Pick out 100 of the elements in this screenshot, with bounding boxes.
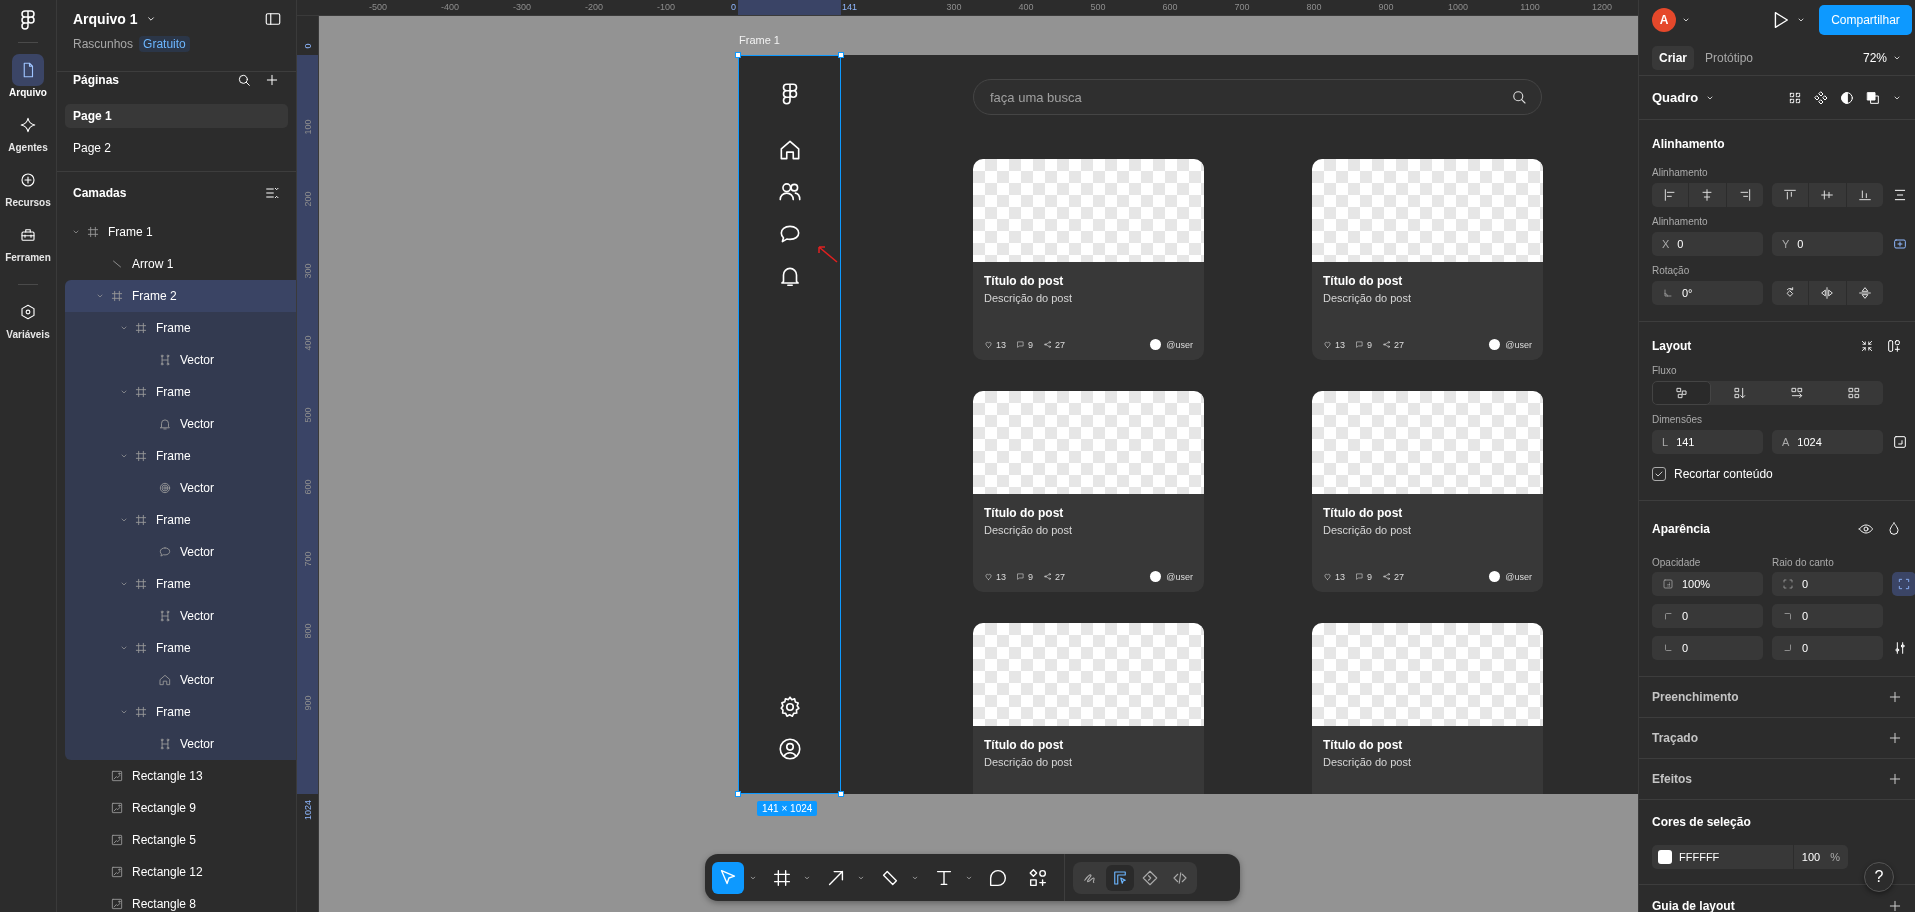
layer-row[interactable]: Rectangle 12 <box>65 856 296 888</box>
comment-icon <box>1016 340 1025 349</box>
selection-handle[interactable] <box>838 791 844 797</box>
post-description: Descrição do post <box>984 524 1074 536</box>
corner-radius-field[interactable]: 0 <box>1652 636 1763 660</box>
mode-button[interactable] <box>1106 864 1134 891</box>
tab[interactable]: Protótipo <box>1698 45 1761 70</box>
layer-row[interactable]: Rectangle 13 <box>65 760 296 792</box>
like-count: 13 <box>996 339 1006 350</box>
checkbox[interactable] <box>1652 467 1666 481</box>
ruler-label: -400 <box>441 2 459 12</box>
username: @user <box>1166 571 1193 582</box>
plus-icon[interactable] <box>264 72 280 88</box>
help-button[interactable]: ? <box>1864 862 1894 892</box>
resize-icon[interactable] <box>1892 434 1908 450</box>
avatar <box>1150 571 1162 582</box>
layer-row[interactable]: Frame <box>65 440 296 472</box>
search-field[interactable]: faça uma busca <box>973 79 1542 115</box>
layer-row[interactable]: Vector <box>65 472 296 504</box>
avatar[interactable]: A <box>1652 8 1676 32</box>
frame-icon <box>86 225 100 239</box>
radius-field[interactable]: 0 <box>1772 572 1883 596</box>
opacity-field[interactable]: 100% <box>1652 572 1763 596</box>
layer-row[interactable]: Frame <box>65 696 296 728</box>
file-location[interactable]: Rascunhos <box>73 37 134 51</box>
selection-handle[interactable] <box>735 791 741 797</box>
plus-icon[interactable] <box>1887 730 1903 746</box>
section-title[interactable]: Traçado <box>1652 730 1699 746</box>
layer-row[interactable]: Frame <box>65 376 296 408</box>
layer-row[interactable]: Frame <box>65 632 296 664</box>
corners-icon <box>1782 578 1794 590</box>
layer-row[interactable]: Vector <box>65 600 296 632</box>
file-title[interactable]: Arquivo 1 <box>73 11 138 27</box>
align-bottom-icon <box>1856 187 1873 203</box>
search-icon[interactable] <box>236 72 252 88</box>
corner-radius-field[interactable]: 0 <box>1772 604 1883 628</box>
ruler-label: -500 <box>369 2 387 12</box>
independent-corners-button[interactable] <box>1892 572 1915 596</box>
avatar <box>1150 339 1162 350</box>
tool-button[interactable] <box>712 861 744 894</box>
layer-row[interactable]: Vector <box>65 344 296 376</box>
constraints-icon[interactable] <box>1892 236 1908 252</box>
color-swatch[interactable] <box>1658 850 1672 864</box>
nav-item[interactable]: Agentes <box>0 109 56 155</box>
selection-handle[interactable] <box>735 52 741 58</box>
layer-row[interactable]: Vector <box>65 728 296 760</box>
nav-item[interactable]: Arquivo <box>0 54 56 100</box>
y-field[interactable]: Y 0 <box>1772 232 1883 256</box>
rotation-field[interactable]: 0° <box>1652 281 1763 305</box>
layer-row[interactable]: Arrow 1 <box>65 248 296 280</box>
corner-radius-field[interactable]: 0 <box>1652 604 1763 628</box>
page-item[interactable]: Page 2 <box>65 136 288 160</box>
section-title[interactable]: Efeitos <box>1652 771 1692 787</box>
eye-icon[interactable] <box>1858 521 1874 537</box>
nav-item[interactable]: Ferramen <box>0 219 56 265</box>
distribute-icon[interactable] <box>1892 187 1908 203</box>
sidebar-icon[interactable] <box>264 10 282 28</box>
corner-radius-field[interactable]: 0 <box>1772 636 1883 660</box>
corner-icon <box>1782 610 1794 622</box>
collapse-layers-icon[interactable] <box>264 185 280 201</box>
plus-icon[interactable] <box>1887 689 1903 705</box>
layer-row[interactable]: Rectangle 9 <box>65 792 296 824</box>
section-title[interactable]: Guia de layout <box>1652 897 1735 912</box>
color-field[interactable]: FFFFFF 100 % <box>1652 845 1848 869</box>
selection-type[interactable]: Quadro <box>1652 90 1699 105</box>
flow-button[interactable] <box>1652 381 1712 405</box>
layer-row[interactable]: Rectangle 8 <box>65 888 296 912</box>
share-icon <box>1382 572 1392 581</box>
drop-icon[interactable] <box>1886 521 1902 537</box>
layer-row[interactable]: Frame 1 <box>65 216 296 248</box>
comment-icon <box>1355 340 1364 349</box>
tab[interactable]: Criar <box>1652 45 1694 70</box>
section-title[interactable]: Preenchimento <box>1652 689 1739 705</box>
height-field[interactable]: A 1024 <box>1772 430 1883 454</box>
layer-row[interactable]: Frame 2 <box>65 280 296 312</box>
selection-handle[interactable] <box>838 52 844 58</box>
layer-row[interactable]: Vector <box>65 408 296 440</box>
layer-row[interactable]: Rectangle 5 <box>65 824 296 856</box>
layer-row[interactable]: Frame <box>65 312 296 344</box>
auto-layout-icon[interactable] <box>1886 338 1902 354</box>
layer-row[interactable]: Frame <box>65 504 296 536</box>
zoom-level[interactable]: 72% <box>1862 50 1887 65</box>
like-count: 13 <box>996 571 1006 582</box>
plus-icon[interactable] <box>1887 771 1903 787</box>
width-field[interactable]: L 141 <box>1652 430 1763 454</box>
page-item[interactable]: Page 1 <box>65 104 288 128</box>
nav-item[interactable]: Recursos <box>0 164 56 210</box>
half-circle-icon[interactable] <box>1839 89 1855 106</box>
layer-row[interactable]: Frame <box>65 568 296 600</box>
ruler-label: 700 <box>303 551 313 567</box>
nav-item[interactable]: Variáveis <box>0 296 56 342</box>
overlap-icon[interactable] <box>1865 89 1881 106</box>
shrink-icon[interactable] <box>1860 339 1874 353</box>
post-description: Descrição do post <box>1323 524 1413 536</box>
layer-row[interactable]: Vector <box>65 664 296 696</box>
post-title: Título do post <box>1323 506 1404 520</box>
x-field[interactable]: X 0 <box>1652 232 1763 256</box>
component-icon[interactable] <box>1813 89 1829 106</box>
checkbox-label[interactable]: Recortar conteúdo <box>1674 467 1773 481</box>
layer-row[interactable]: Vector <box>65 536 296 568</box>
